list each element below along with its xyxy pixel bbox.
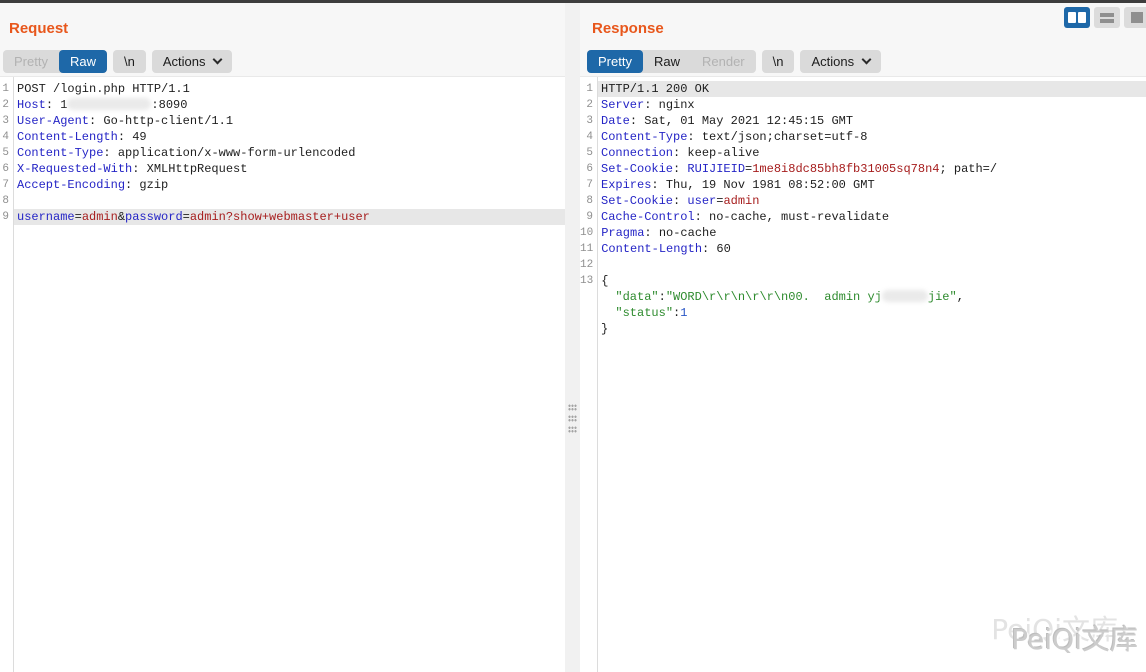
request-editor[interactable]: 1POST /login.php HTTP/1.12Host: 1:80903U…	[0, 76, 565, 672]
request-tabs: PrettyRaw \n Actions	[3, 49, 232, 74]
line-number: 2	[580, 97, 597, 113]
line-number	[580, 305, 597, 321]
editor-line: 8	[0, 193, 565, 209]
editor-line: 6Set-Cookie: RUIJIEID=1me8i8dc85bh8fb310…	[580, 161, 1146, 177]
line-number: 7	[580, 177, 597, 193]
line-number: 5	[0, 145, 13, 161]
response-tab-render[interactable]: Render	[691, 50, 756, 73]
editor-line: 6X-Requested-With: XMLHttpRequest	[0, 161, 565, 177]
line-number	[580, 289, 597, 305]
view-split-columns-button[interactable]	[1064, 7, 1090, 28]
editor-line: "data":"WORD\r\r\n\r\r\n00. admin yjjie"…	[580, 289, 1146, 305]
split-columns-icon	[1068, 12, 1076, 23]
response-tab-group: PrettyRawRender	[587, 50, 756, 73]
line-number: 8	[0, 193, 13, 209]
editor-line: 2Host: 1:8090	[0, 97, 565, 113]
editor-line: 4Content-Length: 49	[0, 129, 565, 145]
line-number: 4	[0, 129, 13, 145]
line-number: 12	[580, 257, 597, 273]
line-number: 1	[0, 81, 13, 97]
response-panel-title: Response	[592, 20, 664, 37]
redacted-text	[882, 290, 928, 302]
editor-line: "status":1	[580, 305, 1146, 321]
editor-line: 3User-Agent: Go-http-client/1.1	[0, 113, 565, 129]
response-tab-actions[interactable]: Actions	[800, 50, 881, 73]
chevron-down-icon	[862, 55, 872, 65]
editor-line: 9username=admin&password=admin?show+webm…	[0, 209, 565, 225]
editor-line: 8Set-Cookie: user=admin	[580, 193, 1146, 209]
editor-line: 13{	[580, 273, 1146, 289]
editor-line: 9Cache-Control: no-cache, must-revalidat…	[580, 209, 1146, 225]
line-number: 13	[580, 273, 597, 289]
editor-line: 7Accept-Encoding: gzip	[0, 177, 565, 193]
line-number: 3	[580, 113, 597, 129]
response-tab-pretty[interactable]: Pretty	[587, 50, 643, 73]
line-number: 3	[0, 113, 13, 129]
view-single-pane-button[interactable]	[1124, 7, 1146, 28]
line-number: 10	[580, 225, 597, 241]
single-pane-icon	[1131, 12, 1143, 23]
editor-line: 3Date: Sat, 01 May 2021 12:45:15 GMT	[580, 113, 1146, 129]
request-tab-actions[interactable]: Actions	[152, 50, 233, 73]
response-editor[interactable]: 1HTTP/1.1 200 OK2Server: nginx3Date: Sat…	[580, 76, 1146, 672]
request-panel-title: Request	[9, 20, 68, 37]
editor-line: 10Pragma: no-cache	[580, 225, 1146, 241]
editor-line: 12	[580, 257, 1146, 273]
line-number: 5	[580, 145, 597, 161]
request-tab-pretty[interactable]: Pretty	[3, 50, 59, 73]
editor-line: 4Content-Type: text/json;charset=utf-8	[580, 129, 1146, 145]
line-number: 4	[580, 129, 597, 145]
response-tab-linebreak[interactable]: \n	[762, 50, 795, 73]
splitter-grip-icon[interactable]	[568, 404, 577, 433]
editor-line: 11Content-Length: 60	[580, 241, 1146, 257]
line-number: 9	[580, 209, 597, 225]
editor-line: 7Expires: Thu, 19 Nov 1981 08:52:00 GMT	[580, 177, 1146, 193]
request-tab-linebreak[interactable]: \n	[113, 50, 146, 73]
response-tabs: PrettyRawRender \nActions	[587, 49, 881, 74]
line-number: 2	[0, 97, 13, 113]
editor-line: 5Connection: keep-alive	[580, 145, 1146, 161]
editor-line: }	[580, 321, 1146, 337]
line-number: 9	[0, 209, 13, 225]
line-number: 7	[0, 177, 13, 193]
line-number: 1	[580, 81, 597, 97]
editor-line: 2Server: nginx	[580, 97, 1146, 113]
response-tab-raw[interactable]: Raw	[643, 50, 691, 73]
line-number	[580, 321, 597, 337]
editor-line: 1HTTP/1.1 200 OK	[580, 81, 1146, 97]
redacted-text	[67, 98, 151, 110]
layout-view-controls	[1064, 7, 1146, 28]
chevron-down-icon	[213, 55, 223, 65]
split-rows-icon	[1100, 13, 1114, 23]
line-number: 6	[580, 161, 597, 177]
request-tab-group: PrettyRaw	[3, 50, 107, 73]
request-tab-raw[interactable]: Raw	[59, 50, 107, 73]
line-number: 11	[580, 241, 597, 257]
editor-line: 5Content-Type: application/x-www-form-ur…	[0, 145, 565, 161]
view-split-rows-button[interactable]	[1094, 7, 1120, 28]
line-number: 6	[0, 161, 13, 177]
line-number: 8	[580, 193, 597, 209]
panel-splitter[interactable]	[565, 3, 580, 672]
split-columns-icon	[1078, 12, 1086, 23]
editor-line: 1POST /login.php HTTP/1.1	[0, 81, 565, 97]
